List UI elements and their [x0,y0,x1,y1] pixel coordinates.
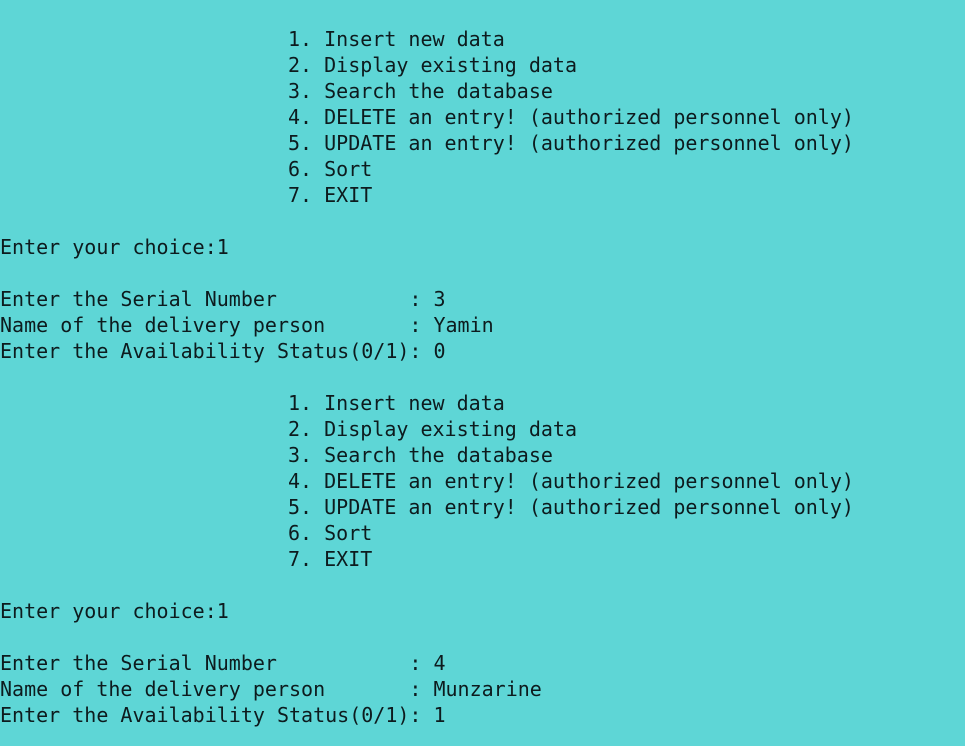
menu-item-search: 3. Search the database [288,443,553,467]
entry-fields-1: Enter the Serial Number : 3 Name of the … [0,286,965,364]
menu-item-delete: 4. DELETE an entry! (authorized personne… [288,469,854,493]
serial-number-line: Enter the Serial Number : 3 [0,287,446,311]
menu-item-display: 2. Display existing data [288,53,577,77]
menu-item-sort: 6. Sort [288,521,373,545]
availability-status-line: Enter the Availability Status(0/1): 1 [0,703,446,727]
menu-item-sort: 6. Sort [288,157,373,181]
menu-item-search: 3. Search the database [288,79,553,103]
entry-fields-2: Enter the Serial Number : 4 Name of the … [0,650,965,728]
menu-block-1: 1. Insert new data 2. Display existing d… [0,26,965,208]
menu-item-exit: 7. EXIT [288,547,373,571]
delivery-person-line: Name of the delivery person : Munzarine [0,677,542,701]
terminal-console[interactable]: 1. Insert new data 2. Display existing d… [0,0,965,746]
menu-block-2: 1. Insert new data 2. Display existing d… [0,390,965,572]
menu-item-update: 5. UPDATE an entry! (authorized personne… [288,131,854,155]
choice-prompt: Enter your choice:1 [0,235,229,259]
menu-item-display: 2. Display existing data [288,417,577,441]
availability-status-line: Enter the Availability Status(0/1): 0 [0,339,446,363]
choice-prompt: Enter your choice:1 [0,599,229,623]
menu-item-insert: 1. Insert new data [288,391,505,415]
delivery-person-line: Name of the delivery person : Yamin [0,313,494,337]
menu-item-insert: 1. Insert new data [288,27,505,51]
serial-number-line: Enter the Serial Number : 4 [0,651,446,675]
menu-item-update: 5. UPDATE an entry! (authorized personne… [288,495,854,519]
menu-item-exit: 7. EXIT [288,183,373,207]
menu-item-delete: 4. DELETE an entry! (authorized personne… [288,105,854,129]
